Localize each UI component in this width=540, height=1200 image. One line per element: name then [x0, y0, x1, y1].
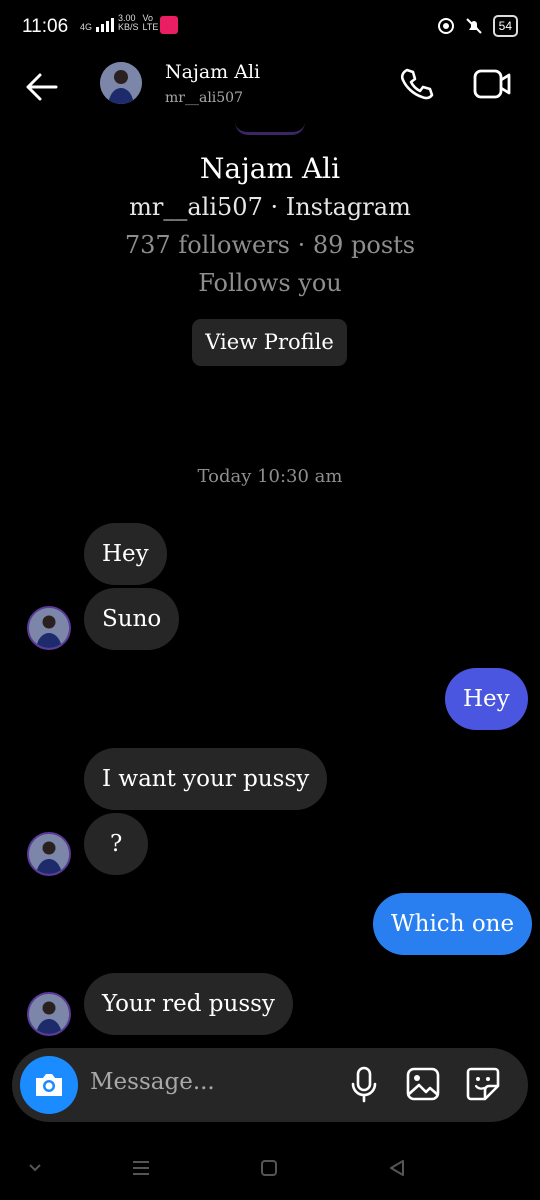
microphone-icon[interactable]: [348, 1066, 380, 1104]
status-bar: 11:06 4G 3.00 KB/S Vo LTE 54: [0, 0, 540, 54]
sender-avatar[interactable]: [27, 606, 71, 650]
camera-icon: [36, 1074, 62, 1096]
gallery-icon[interactable]: [405, 1066, 441, 1102]
sender-avatar[interactable]: [27, 832, 71, 876]
message-bubble-outgoing[interactable]: Which one: [373, 893, 533, 955]
chevron-down-icon[interactable]: [26, 1158, 44, 1176]
profile-username: mr__ali507 · Instagram: [129, 193, 411, 221]
network-type: 4G: [80, 22, 93, 32]
back-arrow-icon[interactable]: [22, 68, 60, 106]
header-username[interactable]: mr__ali507: [165, 90, 243, 106]
profile-summary: Najam Ali mr__ali507 · Instagram 737 fol…: [0, 150, 540, 302]
chat-header: Najam Ali mr__ali507: [0, 54, 540, 124]
message-bubble-incoming[interactable]: Hey: [84, 523, 167, 585]
video-call-icon[interactable]: [472, 66, 512, 102]
mute-icon: [465, 18, 482, 34]
speed-unit: KB/S: [118, 22, 139, 32]
phone-icon[interactable]: [398, 66, 434, 102]
back-nav-icon[interactable]: [387, 1158, 407, 1178]
sticker-icon[interactable]: [465, 1066, 501, 1102]
message-bubble-incoming[interactable]: ?: [84, 813, 149, 875]
battery-icon: 54: [492, 15, 518, 37]
camera-button[interactable]: [20, 1056, 78, 1114]
profile-name: Najam Ali: [199, 152, 341, 185]
data-saver-icon: [437, 18, 454, 34]
message-bubble-incoming[interactable]: I want your pussy: [84, 748, 328, 810]
message-bubble-incoming[interactable]: Suno: [84, 588, 180, 650]
volte-bottom: LTE: [142, 22, 159, 32]
message-timestamp: Today 10:30 am: [197, 466, 343, 487]
home-icon[interactable]: [259, 1158, 279, 1178]
recents-menu-icon[interactable]: [131, 1158, 151, 1178]
sender-avatar[interactable]: [27, 992, 71, 1036]
status-time: 11:06: [22, 16, 69, 37]
message-input[interactable]: Message...: [90, 1069, 215, 1095]
message-bubble-outgoing[interactable]: Hey: [445, 668, 528, 730]
view-profile-button[interactable]: View Profile: [192, 319, 347, 366]
header-avatar[interactable]: [100, 62, 142, 104]
message-bubble-incoming[interactable]: Your red pussy: [84, 973, 293, 1035]
status-right: 54: [437, 15, 518, 37]
header-name[interactable]: Najam Ali: [165, 61, 260, 83]
follows-you-label: Follows you: [198, 269, 342, 297]
system-nav-bar: [0, 1140, 540, 1200]
network-indicator: 4G 3.00 KB/S Vo LTE: [80, 14, 158, 32]
message-composer: Message...: [12, 1048, 528, 1122]
profile-stats: 737 followers · 89 posts: [124, 231, 416, 259]
notification-icon: [160, 16, 178, 34]
signal-icon: [96, 18, 115, 32]
profile-photo-edge: [235, 122, 305, 135]
